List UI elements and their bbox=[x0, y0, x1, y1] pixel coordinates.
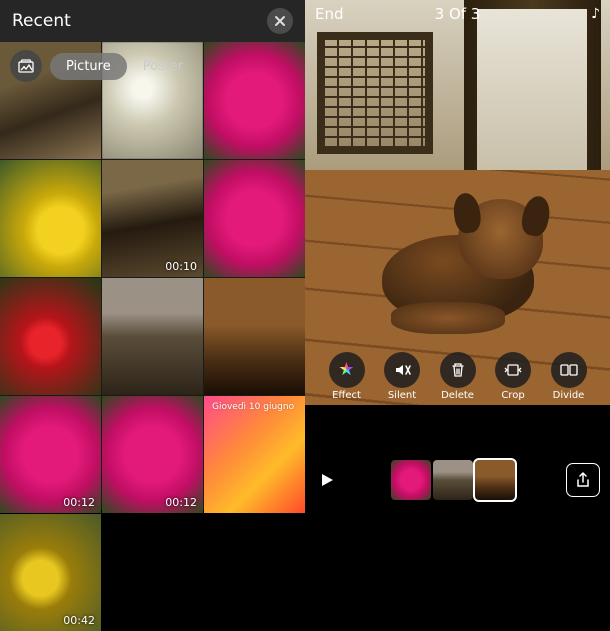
star-icon: ★ bbox=[338, 359, 354, 380]
play-button[interactable] bbox=[315, 468, 339, 492]
share-icon bbox=[576, 472, 590, 488]
trash-icon bbox=[450, 362, 466, 378]
delete-button[interactable]: Delete bbox=[440, 352, 476, 401]
thumbnail[interactable]: 00:12 bbox=[0, 396, 101, 513]
divide-button[interactable]: Divide bbox=[551, 352, 587, 401]
gallery-icon bbox=[18, 59, 34, 73]
filter-row: Picture Poster bbox=[10, 50, 199, 82]
divide-icon bbox=[560, 363, 578, 377]
thumbnail-duration: 00:10 bbox=[165, 260, 197, 273]
filter-poster[interactable]: Poster bbox=[127, 53, 200, 80]
share-button[interactable] bbox=[566, 463, 600, 497]
music-button[interactable]: ♪ bbox=[591, 6, 600, 22]
close-button[interactable] bbox=[267, 8, 293, 34]
preview-header: End 3 Of 3 ♪ bbox=[305, 0, 610, 28]
silent-button[interactable]: Silent bbox=[384, 352, 420, 401]
delete-label: Delete bbox=[441, 390, 474, 401]
crop-label: Crop bbox=[501, 390, 524, 401]
thumbnail[interactable] bbox=[0, 160, 101, 277]
clip-strip bbox=[349, 460, 556, 500]
thumbnail[interactable] bbox=[204, 160, 305, 277]
timeline-clip[interactable] bbox=[433, 460, 473, 500]
close-icon bbox=[274, 15, 286, 27]
picker-title: Recent bbox=[12, 11, 267, 31]
thumbnail[interactable]: 00:10 bbox=[102, 160, 203, 277]
mute-icon bbox=[393, 361, 411, 379]
thumbnail[interactable] bbox=[102, 514, 203, 631]
picker-header: Recent bbox=[0, 0, 305, 42]
thumbnail[interactable] bbox=[0, 278, 101, 395]
preview-image[interactable] bbox=[305, 0, 610, 405]
timeline-clip[interactable] bbox=[475, 460, 515, 500]
silent-label: Silent bbox=[388, 390, 416, 401]
crop-button[interactable]: Crop bbox=[495, 352, 531, 401]
action-row: ★ Effect Silent Delete Crop Divide bbox=[305, 348, 610, 404]
end-label[interactable]: End bbox=[315, 5, 344, 23]
thumbnail-caption: Giovedì 10 giugno bbox=[212, 402, 294, 412]
editor-panel: End 3 Of 3 ♪ ★ Effect Silent Delete Crop bbox=[305, 0, 610, 510]
effect-label: Effect bbox=[332, 390, 361, 401]
thumbnail[interactable] bbox=[204, 278, 305, 395]
thumbnail[interactable]: 00:42 bbox=[0, 514, 101, 631]
gallery-source-button[interactable] bbox=[10, 50, 42, 82]
effect-button[interactable]: ★ Effect bbox=[329, 352, 365, 401]
filter-picture[interactable]: Picture bbox=[50, 53, 127, 80]
thumbnail[interactable] bbox=[102, 278, 203, 395]
thumbnail-grid: 00:1000:1200:12Giovedì 10 giugno00:42 bbox=[0, 42, 305, 510]
media-picker-panel: Recent 00:1000:1200:12Giovedì 10 giugno0… bbox=[0, 0, 305, 510]
filter-pills: Picture Poster bbox=[50, 53, 199, 80]
preview-area: End 3 Of 3 ♪ bbox=[305, 0, 610, 405]
thumbnail-duration: 00:42 bbox=[63, 614, 95, 627]
play-icon bbox=[319, 472, 335, 488]
thumbnail-duration: 00:12 bbox=[63, 496, 95, 509]
thumbnail[interactable]: 00:12 bbox=[102, 396, 203, 513]
thumbnail-duration: 00:12 bbox=[165, 496, 197, 509]
clip-counter: 3 Of 3 bbox=[435, 5, 481, 23]
thumbnail[interactable]: Giovedì 10 giugno bbox=[204, 396, 305, 513]
thumbnail[interactable] bbox=[204, 42, 305, 159]
timeline bbox=[305, 450, 610, 510]
thumbnail[interactable] bbox=[204, 514, 305, 631]
divide-label: Divide bbox=[553, 390, 585, 401]
crop-icon bbox=[503, 363, 523, 377]
timeline-clip[interactable] bbox=[391, 460, 431, 500]
